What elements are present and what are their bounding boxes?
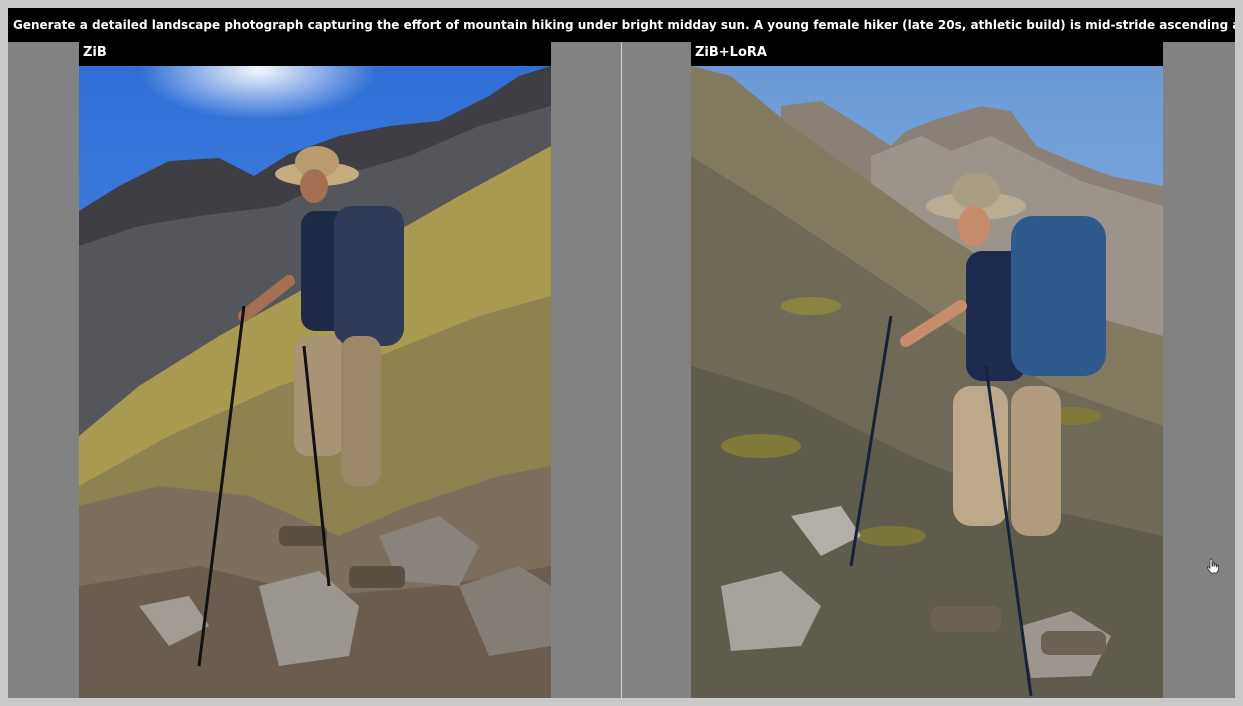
hand-cursor-icon [1207, 558, 1219, 574]
hiker-image-zib-lora [691, 66, 1163, 698]
image-panel-zib-lora[interactable]: ZiB+LoRA [691, 42, 1163, 698]
prompt-text: Generate a detailed landscape photograph… [8, 8, 1235, 42]
panel-divider [621, 42, 622, 698]
panel-label: ZiB+LoRA [691, 42, 1163, 66]
hiker-image-zib [79, 66, 551, 698]
image-panel-zib[interactable]: ZiB [79, 42, 551, 698]
panel-label: ZiB [79, 42, 551, 66]
viewer-frame: Generate a detailed landscape photograph… [8, 8, 1235, 698]
